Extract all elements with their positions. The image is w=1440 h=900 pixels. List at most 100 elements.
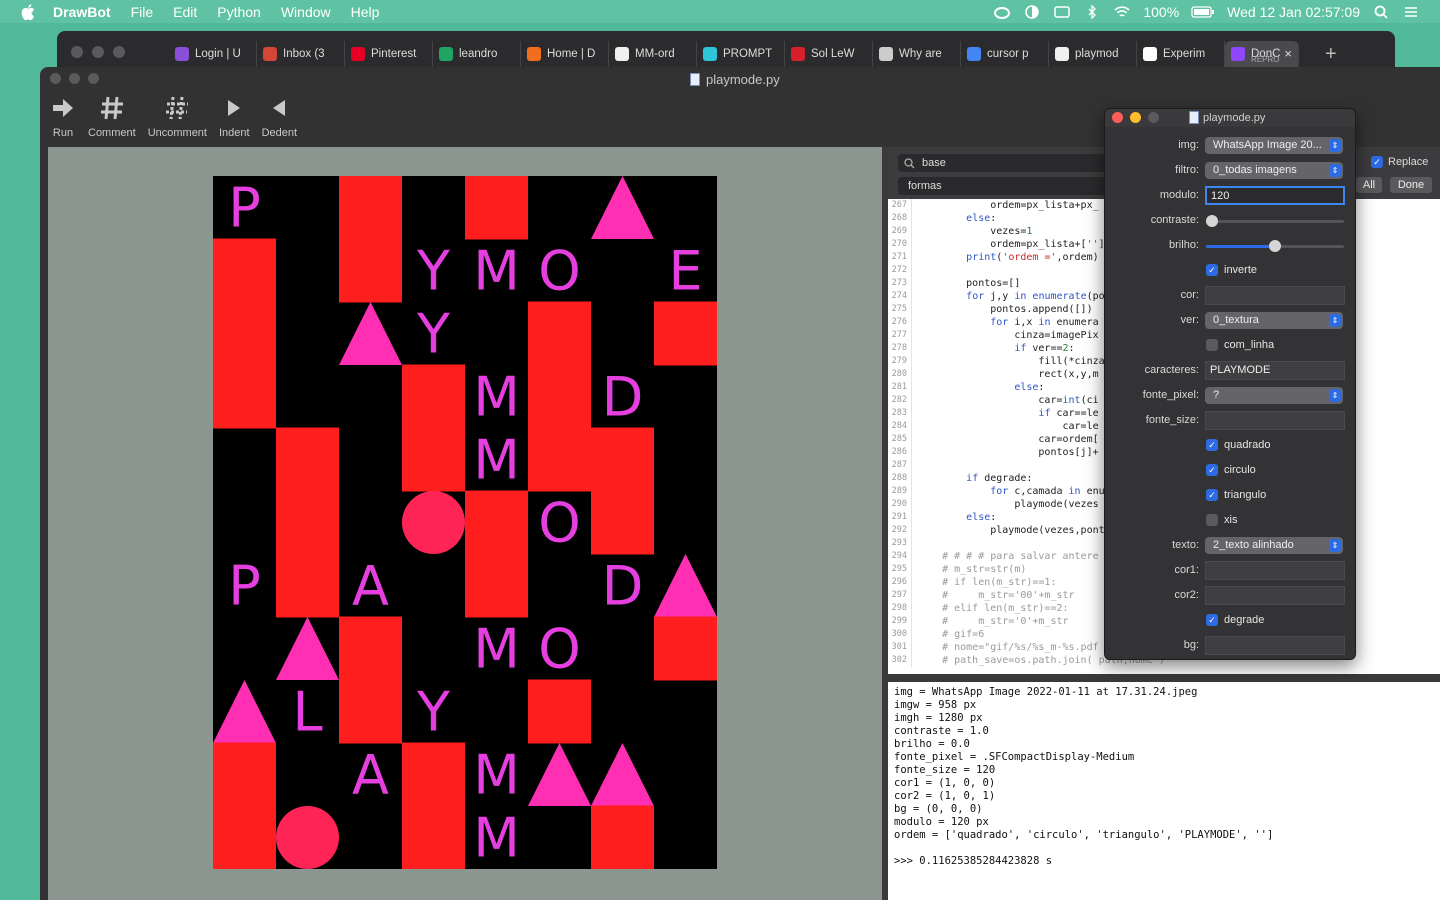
checkmark-icon: ✓ xyxy=(1206,464,1218,476)
code-text: # # # # para salvar antere xyxy=(918,551,1099,562)
menu-help[interactable]: Help xyxy=(351,4,380,20)
variable-select[interactable]: WhatsApp Image 20... ⇕ xyxy=(1205,137,1343,154)
line-number: 272 xyxy=(888,264,912,277)
menu-window[interactable]: Window xyxy=(281,4,331,20)
browser-tab[interactable]: Login | U xyxy=(169,41,257,67)
run-button[interactable]: Run xyxy=(46,95,80,139)
variable-slider[interactable] xyxy=(1206,215,1344,227)
browser-tab-active[interactable]: DonC REPRO × xyxy=(1225,41,1299,67)
variable-text-field[interactable]: 120 xyxy=(1205,186,1345,205)
canvas-area[interactable]: PYMOEYMDMOPADMOLYAMM xyxy=(48,147,882,900)
menu-file[interactable]: File xyxy=(131,4,154,20)
select-value: WhatsApp Image 20... xyxy=(1213,139,1322,151)
poster-square xyxy=(402,805,465,869)
browser-tab[interactable]: leandro xyxy=(433,41,521,67)
browser-tab[interactable]: Experim xyxy=(1137,41,1225,67)
horizontal-splitter[interactable] xyxy=(888,674,1440,682)
spotlight-search-icon[interactable] xyxy=(1372,5,1390,19)
variable-text-field[interactable] xyxy=(1205,636,1345,655)
menu-app-name[interactable]: DrawBot xyxy=(53,4,111,20)
window-title: playmode.py xyxy=(706,72,780,87)
poster-letter: D xyxy=(602,555,644,618)
close-icon[interactable] xyxy=(1112,112,1123,123)
variable-checkbox[interactable]: ✓ inverte xyxy=(1206,264,1257,276)
variable-text-field[interactable] xyxy=(1205,561,1345,580)
poster-square xyxy=(213,805,276,869)
comment-button[interactable]: Comment xyxy=(84,95,140,139)
tab-favicon-icon xyxy=(263,47,277,61)
console-line: cor1 = (1, 0, 0) xyxy=(894,777,996,789)
slider-knob[interactable] xyxy=(1269,240,1281,252)
bluetooth-icon[interactable] xyxy=(1083,4,1101,19)
variable-select[interactable]: 0_textura ⇕ xyxy=(1205,312,1343,329)
tab-favicon-icon xyxy=(967,47,981,61)
panel-window-controls[interactable] xyxy=(1112,112,1159,123)
poster-canvas: PY M O EYM DMOP A DM OL YA MM xyxy=(213,176,717,869)
new-tab-icon[interactable]: + xyxy=(1325,43,1337,66)
poster-letter: D xyxy=(602,366,644,429)
code-text: # if len(m_str)==1: xyxy=(918,577,1057,588)
code-text: # m_str='0'+m_str xyxy=(918,616,1069,627)
variable-text-field[interactable]: PLAYMODE xyxy=(1205,361,1345,380)
variable-select[interactable]: 0_todas imagens ⇕ xyxy=(1205,162,1343,179)
dedent-button[interactable]: Dedent xyxy=(258,95,301,139)
done-button[interactable]: Done xyxy=(1390,177,1432,193)
variable-checkbox[interactable]: com_linha xyxy=(1206,339,1274,351)
battery-icon[interactable] xyxy=(1191,5,1215,19)
replace-all-button[interactable]: All xyxy=(1356,177,1382,193)
replace-checkbox[interactable]: ✓ Replace xyxy=(1371,156,1428,168)
menu-python[interactable]: Python xyxy=(217,4,261,20)
wifi-icon[interactable] xyxy=(1113,5,1131,19)
browser-tab[interactable]: Pinterest xyxy=(345,41,433,67)
browser-tab[interactable]: playmod xyxy=(1049,41,1137,67)
variable-select[interactable]: ? ⇕ xyxy=(1205,387,1343,404)
variable-text-field[interactable] xyxy=(1205,286,1345,305)
variable-checkbox[interactable]: ✓ triangulo xyxy=(1206,489,1266,501)
variable-text-field[interactable] xyxy=(1205,411,1345,430)
control-center-icon[interactable] xyxy=(1402,5,1420,19)
variable-select[interactable]: 2_texto alinhado ⇕ xyxy=(1205,537,1343,554)
dark-mode-icon[interactable] xyxy=(1023,4,1041,19)
variable-checkbox[interactable]: ✓ circulo xyxy=(1206,464,1256,476)
tab-favicon-icon xyxy=(175,47,189,61)
poster-square xyxy=(276,427,339,492)
output-console[interactable]: img = WhatsApp Image 2022-01-11 at 17.31… xyxy=(888,682,1440,900)
browser-tab[interactable]: Home | D xyxy=(521,41,609,67)
browser-tab[interactable]: PROMPT xyxy=(697,41,785,67)
replace-input[interactable]: formas xyxy=(898,177,1118,195)
variable-checkbox[interactable]: ✓ quadrado xyxy=(1206,439,1271,451)
keyboard-icon[interactable] xyxy=(1053,5,1071,19)
variable-checkbox[interactable]: ✓ degrade xyxy=(1206,614,1264,626)
variable-row: img: WhatsApp Image 20... ⇕ xyxy=(1105,137,1355,155)
zoom-icon[interactable] xyxy=(1148,112,1159,123)
minimize-icon[interactable] xyxy=(1130,112,1141,123)
code-text: if car==le xyxy=(1038,408,1099,419)
drawbot-window-controls[interactable] xyxy=(50,73,99,84)
browser-tab[interactable]: Sol LeW xyxy=(785,41,873,67)
console-line: img = WhatsApp Image 2022-01-11 at 17.31… xyxy=(894,686,1198,698)
variable-text-field[interactable] xyxy=(1205,586,1345,605)
close-tab-icon[interactable]: × xyxy=(1284,46,1292,61)
line-number: 291 xyxy=(888,511,912,524)
line-number: 270 xyxy=(888,238,912,251)
indent-button[interactable]: Indent xyxy=(215,95,254,139)
browser-tab[interactable]: Why are xyxy=(873,41,961,67)
drawbot-titlebar: playmode.py xyxy=(40,67,1440,91)
line-number: 281 xyxy=(888,381,912,394)
uncomment-button[interactable]: Uncomment xyxy=(144,95,211,139)
browser-window-controls[interactable] xyxy=(71,46,125,58)
browser-tab[interactable]: Inbox (3 xyxy=(257,41,345,67)
creative-cloud-icon[interactable] xyxy=(993,5,1011,19)
search-input[interactable]: base xyxy=(898,154,1118,172)
variable-row: filtro: 0_todas imagens ⇕ xyxy=(1105,162,1355,180)
slider-knob[interactable] xyxy=(1206,215,1218,227)
line-number: 299 xyxy=(888,615,912,628)
clock[interactable]: Wed 12 Jan 02:57:09 xyxy=(1227,4,1360,20)
browser-tab[interactable]: MM-ord xyxy=(609,41,697,67)
variable-checkbox[interactable]: xis xyxy=(1206,514,1237,526)
menu-edit[interactable]: Edit xyxy=(173,4,197,20)
tab-label: PROMPT xyxy=(723,48,773,60)
apple-icon[interactable] xyxy=(21,3,35,20)
variable-slider[interactable] xyxy=(1206,240,1344,252)
browser-tab[interactable]: cursor p xyxy=(961,41,1049,67)
